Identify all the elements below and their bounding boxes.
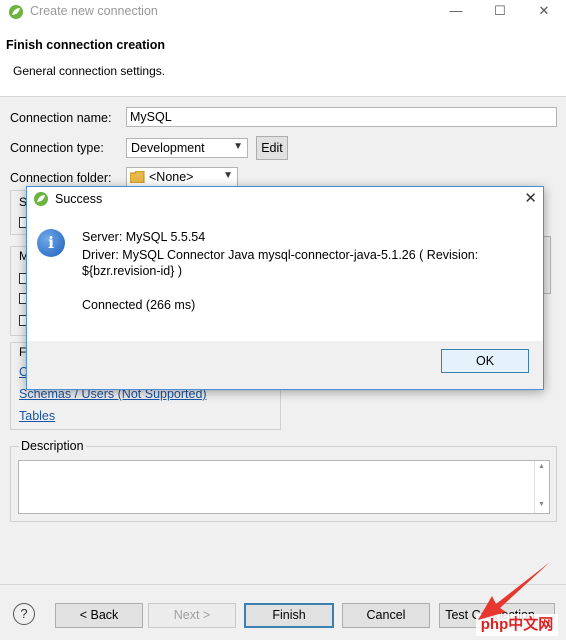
description-scrollbar[interactable]: ▲ ▼ xyxy=(534,461,549,513)
connection-folder-label: Connection folder: xyxy=(10,171,112,185)
maximize-icon[interactable]: ☐ xyxy=(480,0,520,24)
connection-type-select[interactable]: Development ▼ xyxy=(126,138,248,158)
watermark-logo: php中文网 xyxy=(476,614,558,636)
dialog-body: i Server: MySQL 5.5.54 Driver: MySQL Con… xyxy=(27,211,543,341)
page-title: Finish connection creation xyxy=(6,38,166,52)
dialog-titlebar: Success ✕ xyxy=(27,187,543,211)
connection-type-label: Connection type: xyxy=(10,141,104,155)
next-button[interactable]: Next > xyxy=(148,603,236,628)
spring-leaf-icon xyxy=(34,192,48,206)
footer-divider xyxy=(0,584,566,585)
connected-text: Connected (266 ms) xyxy=(82,298,196,312)
dialog-title: Success xyxy=(55,192,103,206)
window-title: Create new connection xyxy=(30,4,158,18)
driver-text-line2: ${bzr.revision-id} ) xyxy=(82,264,183,278)
connection-name-label: Connection name: xyxy=(10,111,112,125)
spring-leaf-icon xyxy=(9,5,23,19)
chevron-down-icon: ▼ xyxy=(233,141,243,152)
chevron-down-icon: ▼ xyxy=(223,170,233,181)
wizard-header: Finish connection creation General conne… xyxy=(0,24,566,97)
connection-name-input[interactable]: MySQL xyxy=(126,107,557,127)
folder-icon xyxy=(130,171,145,183)
connection-folder-select[interactable]: <None> ▼ xyxy=(126,167,238,187)
description-group: Description ▲ ▼ xyxy=(10,439,557,522)
cancel-button[interactable]: Cancel xyxy=(342,603,430,628)
page-subtitle: General connection settings. xyxy=(13,64,166,78)
server-text: Server: MySQL 5.5.54 xyxy=(82,230,206,244)
close-icon[interactable]: ✕ xyxy=(524,0,564,24)
back-button[interactable]: < Back xyxy=(55,603,143,628)
window-titlebar: Create new connection — ☐ ✕ xyxy=(0,0,566,24)
success-dialog: Success ✕ i Server: MySQL 5.5.54 Driver:… xyxy=(26,186,544,390)
connection-folder-value: <None> xyxy=(149,170,194,184)
tables-link[interactable]: Tables xyxy=(19,409,55,423)
edit-button[interactable]: Edit xyxy=(256,136,288,160)
close-icon[interactable]: ✕ xyxy=(524,189,537,207)
finish-button[interactable]: Finish xyxy=(244,603,334,628)
connection-type-value: Development xyxy=(131,141,205,155)
driver-text-line1: Driver: MySQL Connector Java mysql-conne… xyxy=(82,248,479,262)
description-label: Description xyxy=(19,439,86,453)
minimize-icon[interactable]: — xyxy=(436,0,476,24)
ok-button[interactable]: OK xyxy=(441,349,529,373)
info-icon: i xyxy=(37,229,65,257)
description-textarea[interactable] xyxy=(18,460,550,514)
help-icon[interactable]: ? xyxy=(13,603,35,625)
